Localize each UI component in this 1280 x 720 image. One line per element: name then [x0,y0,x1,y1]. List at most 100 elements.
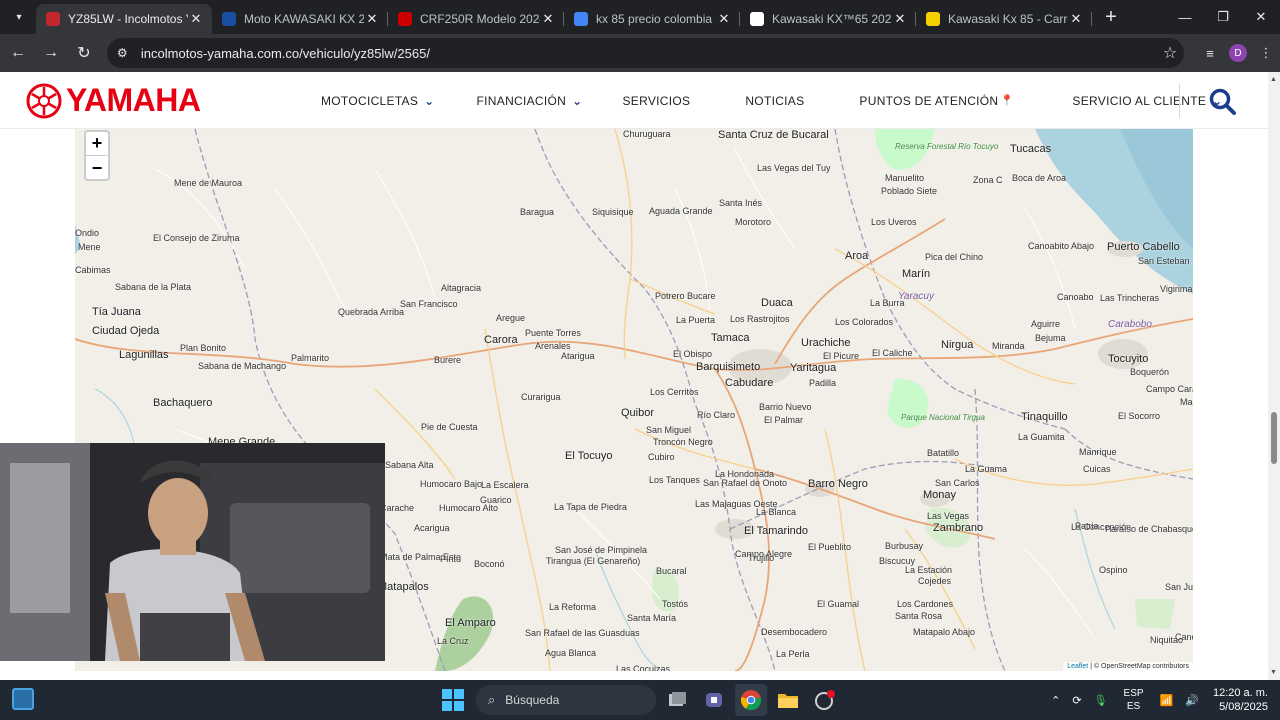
media-controls-icon[interactable]: ≡ [1196,39,1224,67]
nav-noticias[interactable]: NOTICIAS [745,94,804,108]
close-tab-icon[interactable]: ✕ [892,11,908,27]
widgets-icon[interactable] [12,688,34,710]
map-place-label: Lagunillas [119,349,169,361]
map-place-label: Yaracuy [898,291,934,302]
map-place-label: Cojedes [918,576,952,586]
map-place-label: El Amparo [445,617,496,629]
nav-financiacion[interactable]: FINANCIACIÓN ⌄ [477,94,583,108]
map-place-label: Carabobo [1108,319,1152,330]
map-place-label: Monay [923,489,957,501]
search-icon[interactable] [1209,88,1237,116]
map-place-label: San José de Pimpinela [555,545,648,555]
page-scrollbar[interactable]: ▲ ▼ [1268,72,1280,680]
more-menu-icon[interactable]: ⋮ [1252,39,1280,67]
site-info-icon[interactable]: ⚙ [117,46,135,60]
map-place-label: Los Cerritos [650,387,699,397]
tab-1[interactable]: Moto KAWASAKI KX 250 - ✕ [212,4,388,34]
map-place-label: Campo Carabobo [1146,384,1193,394]
close-tab-icon[interactable]: ✕ [364,11,380,27]
map-place-label: San Juan de Candil [1165,582,1193,592]
map-place-label: Mene [78,242,101,252]
taskbar-search[interactable]: ⌕ Búsqueda [476,685,656,715]
map-place-label: Los Rastrojitos [730,314,790,324]
map-place-label: Aregue [496,313,526,323]
tab-4[interactable]: Kawasaki KX™65 2026 | Mo✕ [740,4,916,34]
map-place-label: Patria [1075,521,1099,531]
scroll-down-arrow-icon[interactable]: ▼ [1270,669,1277,676]
map-place-label: Tucacas [1010,143,1052,155]
map-place-label: Reserva Forestal Río Tocuyo [895,142,999,151]
map-place-label: San Rafael de Onoto [703,478,788,488]
wifi-icon[interactable]: 📶 [1160,694,1174,707]
microphone-icon[interactable]: 🎙 [1094,694,1108,707]
map-place-label: Desembocadero [761,627,828,637]
restore-button[interactable]: ❐ [1204,0,1242,34]
map-place-label: Mene de Mauroa [174,178,243,188]
map-place-label: Aguada Grande [649,206,713,216]
nav-puntos-de-atencion[interactable]: PUNTOS DE ATENCIÓN 📍 [859,94,1014,108]
profile-button[interactable]: D [1224,39,1252,67]
nav-servicio-al-cliente[interactable]: SERVICIO AL CLIENTE ⌄ [1072,94,1222,108]
close-tab-icon[interactable]: ✕ [188,11,204,27]
yamaha-logo[interactable]: YAMAHA [26,82,201,119]
volume-icon[interactable]: 🔊 [1185,694,1199,707]
zoom-out-button[interactable]: − [86,156,108,180]
map-place-label: El Socorro [1118,411,1161,421]
leaflet-link[interactable]: Leaflet [1067,663,1088,670]
close-tab-icon[interactable]: ✕ [540,11,556,27]
favicon-icon [398,12,412,26]
clock[interactable]: 12:20 a. m. 5/08/2025 [1213,686,1268,714]
bookmark-star-icon[interactable]: ☆ [1156,43,1184,63]
tab-5[interactable]: Kawasaki Kx 85 - Carros, M✕ [916,4,1092,34]
language-indicator[interactable]: ESP ES [1124,687,1144,713]
map-place-label: Quebrada Arriba [338,307,405,317]
map-place-label: Plan Bonito [180,343,227,353]
url-text[interactable]: incolmotos-yamaha.com.co/vehiculo/yz85lw… [141,46,1156,61]
search-placeholder: Búsqueda [505,693,560,707]
nav-servicios[interactable]: SERVICIOS [623,94,691,108]
avatar: D [1228,44,1247,62]
task-view-icon[interactable] [661,684,693,716]
arrow-right-icon: → [42,44,59,61]
scroll-up-arrow-icon[interactable]: ▲ [1270,76,1277,83]
map-place-label: Las Cocuizas [616,664,671,671]
app-with-notification-icon[interactable] [809,684,841,716]
map-place-label: Carache [380,503,415,513]
map-place-label: La Guama [965,464,1008,474]
close-window-button[interactable]: ✕ [1242,0,1280,34]
system-tray: ⌃ ⟳ 🎙 ESP ES 📶 🔊 12:20 a. m. 5/08/2025 [1045,680,1280,720]
close-tab-icon[interactable]: ✕ [716,11,732,27]
minimize-button[interactable]: — [1166,0,1204,34]
map-place-label: Tocuyito [1108,353,1149,365]
zoom-in-button[interactable]: + [86,132,108,156]
chrome-icon[interactable] [735,684,767,716]
tab-title: Moto KAWASAKI KX 250 - [244,12,364,26]
back-button[interactable]: ← [3,38,33,68]
teams-icon[interactable] [698,684,730,716]
file-explorer-icon[interactable] [772,684,804,716]
reload-button[interactable]: ↻ [69,38,99,68]
sync-icon[interactable]: ⟳ [1072,694,1081,707]
map-place-label: El Palmar [764,415,804,425]
new-tab-button[interactable]: + [1098,5,1124,31]
forward-button[interactable]: → [36,38,66,68]
scrollbar-thumb[interactable] [1271,412,1277,464]
map-place-label: El Guamal [817,599,860,609]
tab-3[interactable]: kx 85 precio colombia - Bu✕ [564,4,740,34]
map-place-label: La Guamita [1018,432,1065,442]
browser-toolbar: ← → ↻ ⚙ incolmotos-yamaha.com.co/vehicul… [0,34,1280,72]
windows-start-icon[interactable] [442,689,464,711]
tab-2[interactable]: CRF250R Modelo 2024 ¡Ex✕ [388,4,564,34]
map-place-label: Zona C [973,175,1003,185]
address-bar[interactable]: ⚙ incolmotos-yamaha.com.co/vehiculo/yz85… [106,38,1184,68]
tab-search-button[interactable]: ▾ [6,4,32,30]
map-place-label: Aguirre [1031,319,1061,329]
keyboard-code: ES [1126,701,1141,712]
map-place-label: El Caliche [872,348,913,358]
map-place-label: Santa Cruz de Bucaral [718,129,829,141]
close-tab-icon[interactable]: ✕ [1068,11,1084,27]
nav-motocicletas[interactable]: MOTOCICLETAS ⌄ [321,94,435,108]
chevron-up-icon[interactable]: ⌃ [1051,694,1060,707]
map-place-label: Los Tanques [649,475,700,485]
tab-0[interactable]: YZ85LW - Incolmotos Yamaha✕ [36,4,212,34]
